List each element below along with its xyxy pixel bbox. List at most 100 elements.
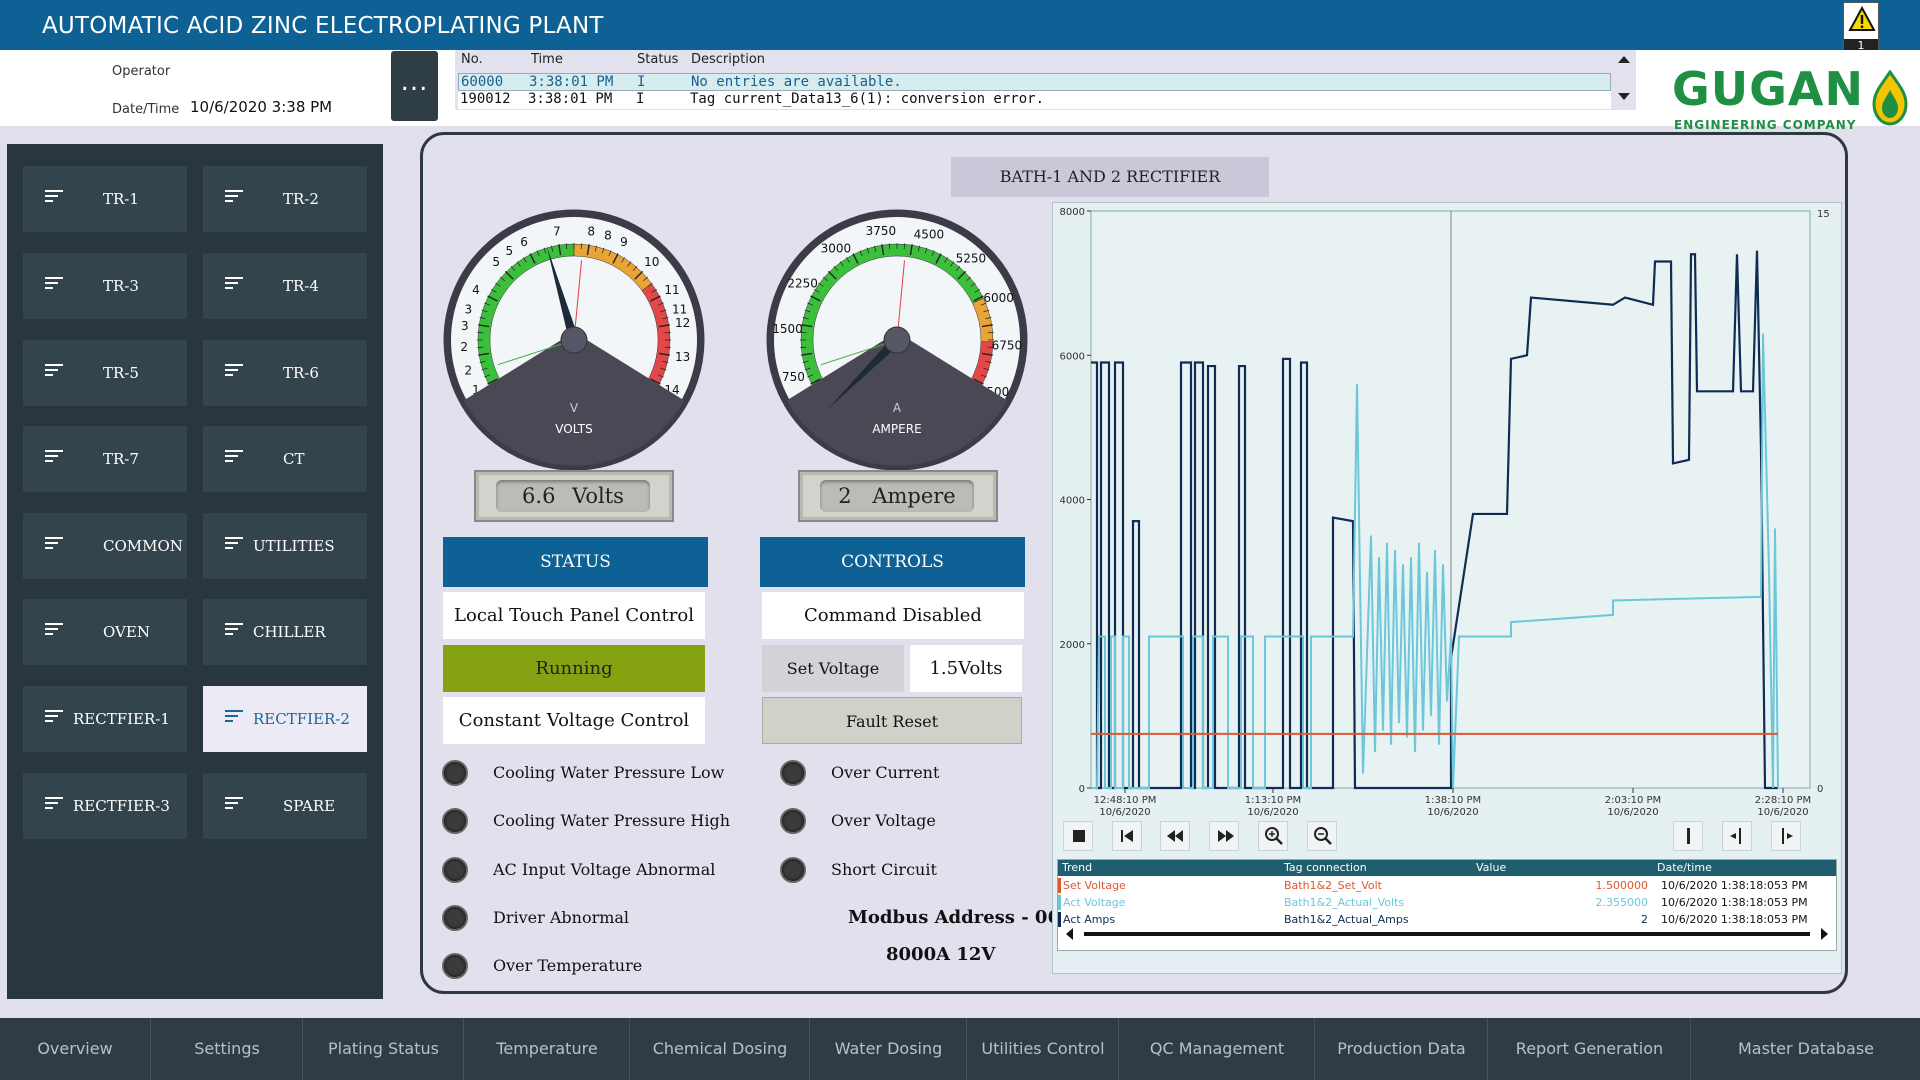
flame-icon xyxy=(1872,70,1908,126)
bottom-nav-temperature[interactable]: Temperature xyxy=(465,1018,630,1080)
bottom-nav-water-dosing[interactable]: Water Dosing xyxy=(811,1018,967,1080)
fast-forward-button[interactable] xyxy=(1209,821,1239,851)
legend-col-trend: Trend xyxy=(1062,861,1093,874)
volt-gauge: 012233455678891011111213141415VVOLTS xyxy=(443,209,705,471)
sidebar-item-label: TR-5 xyxy=(103,364,139,382)
fault-reset-button[interactable]: Fault Reset xyxy=(762,697,1022,744)
indicator-lamp-icon xyxy=(442,904,468,931)
sidebar-item-label: TR-4 xyxy=(283,277,319,295)
ruler-button[interactable] xyxy=(1673,821,1703,851)
time-tick-date: 10/6/2020 xyxy=(1099,807,1150,818)
bottom-nav-report-generation[interactable]: Report Generation xyxy=(1489,1018,1691,1080)
sidebar-item-tr-3[interactable]: TR-3 xyxy=(23,253,187,319)
ampere-readout-value: 2 xyxy=(838,484,852,508)
indicator-lamp-icon xyxy=(442,760,468,786)
bottom-nav-master-database[interactable]: Master Database xyxy=(1692,1018,1920,1080)
bottom-nav-production-data[interactable]: Production Data xyxy=(1316,1018,1488,1080)
zoom-out-icon xyxy=(1314,827,1332,845)
menu-lines-icon xyxy=(45,450,63,468)
legend-color-swatch xyxy=(1058,878,1061,893)
trend-chart[interactable]: 8000600040002000015012:48:10 PM10/6/2020… xyxy=(1053,203,1843,853)
sidebar-item-ct[interactable]: CT xyxy=(203,426,367,492)
sidebar-item-label: CHILLER xyxy=(253,623,326,641)
alarm-status: I xyxy=(637,74,646,90)
volt_gauge-tick-label: 3 xyxy=(461,319,469,333)
time-tick-date: 10/6/2020 xyxy=(1607,807,1658,818)
alarm-row[interactable]: 60000 3:38:01 PM I No entries are availa… xyxy=(458,73,1611,91)
volt_gauge-tick-label: 13 xyxy=(675,350,690,364)
sidebar-item-rectfier-2[interactable]: RECTFIER-2 xyxy=(203,686,367,752)
left-axis-tick-label: 2000 xyxy=(1060,640,1085,651)
indicator-label: Cooling Water Pressure Low xyxy=(493,763,725,782)
menu-lines-icon xyxy=(225,623,243,641)
sidebar-item-chiller[interactable]: CHILLER xyxy=(203,599,367,665)
sidebar-item-rectfier-3[interactable]: RECTFIER-3 xyxy=(23,773,187,839)
indicator-lamp-icon xyxy=(780,856,806,883)
alarm-description: No entries are available. xyxy=(691,74,902,90)
logo-subtitle: ENGINEERING COMPANY xyxy=(1674,118,1857,132)
amp_gauge-unit: A xyxy=(893,401,902,415)
volt_gauge-caption: VOLTS xyxy=(555,422,592,436)
volt_gauge-tick-label: 11 xyxy=(672,302,687,316)
alarm-row[interactable]: 190012 3:38:01 PM I Tag current_Data13_6… xyxy=(458,91,1611,109)
amp_gauge-tick-label: 1500 xyxy=(772,322,803,336)
bottom-nav-plating-status[interactable]: Plating Status xyxy=(304,1018,464,1080)
sidebar-item-tr-1[interactable]: TR-1 xyxy=(23,166,187,232)
ruler-forward-button[interactable] xyxy=(1771,821,1801,851)
bottom-nav-utilities-control[interactable]: Utilities Control xyxy=(968,1018,1119,1080)
command-state-display: Command Disabled xyxy=(762,592,1024,639)
amp_gauge-tick-label: 2250 xyxy=(787,276,818,290)
zoom-in-button[interactable] xyxy=(1258,821,1288,851)
volt_gauge-tick-label: 6 xyxy=(520,235,528,249)
warning-icon xyxy=(1848,6,1876,31)
run-state-display: Running xyxy=(443,645,705,692)
modbus-address: Modbus Address - 06 xyxy=(848,907,1060,928)
legend-row[interactable]: Set Voltage Bath1&2_Set_Volt 1.500000 10/6/… xyxy=(1058,878,1836,894)
time-tick-label: 2:03:10 PM xyxy=(1605,795,1661,806)
ruler-back-button[interactable] xyxy=(1722,821,1752,851)
sidebar-item-tr-6[interactable]: TR-6 xyxy=(203,340,367,406)
sidebar-item-tr-2[interactable]: TR-2 xyxy=(203,166,367,232)
volt-readout-value: 6.6 xyxy=(522,484,556,508)
alarm-col-description: Description xyxy=(691,52,766,67)
more-button[interactable]: ... xyxy=(391,51,438,121)
alarm-time: 3:38:01 PM xyxy=(529,74,614,90)
zoom-out-button[interactable] xyxy=(1307,821,1337,851)
sidebar-item-label: UTILITIES xyxy=(253,537,335,555)
datetime-value: 10/6/2020 3:38 PM xyxy=(190,98,333,116)
volt_gauge-tick-label: 8 xyxy=(587,224,595,238)
set-voltage-input[interactable]: 1.5Volts xyxy=(910,645,1022,692)
sidebar-item-rectfier-1[interactable]: RECTFIER-1 xyxy=(23,686,187,752)
bottom-nav-qc-management[interactable]: QC Management xyxy=(1120,1018,1315,1080)
rewind-button[interactable] xyxy=(1160,821,1190,851)
time-tick-label: 12:48:10 PM xyxy=(1094,795,1157,806)
sidebar-item-common[interactable]: COMMON xyxy=(23,513,187,579)
volt-readout-unit: Volts xyxy=(572,484,624,508)
alarm-scrollbar[interactable] xyxy=(1614,52,1634,106)
app-title: AUTOMATIC ACID ZINC ELECTROPLATING PLANT xyxy=(42,13,604,39)
volt_gauge-tick-label: 12 xyxy=(675,316,690,330)
sidebar-item-spare[interactable]: SPARE xyxy=(203,773,367,839)
bottom-nav-overview[interactable]: Overview xyxy=(0,1018,151,1080)
bottom-nav-chemical-dosing[interactable]: Chemical Dosing xyxy=(631,1018,810,1080)
stop-button[interactable] xyxy=(1063,821,1093,851)
sidebar-item-oven[interactable]: OVEN xyxy=(23,599,187,665)
legend-value: 1.500000 xyxy=(1595,879,1649,892)
legend-scrollbar[interactable] xyxy=(1064,924,1830,944)
sidebar-item-tr-7[interactable]: TR-7 xyxy=(23,426,187,492)
amp_gauge-caption: AMPERE xyxy=(872,422,921,436)
sidebar-item-utilities[interactable]: UTILITIES xyxy=(203,513,367,579)
ampere-readout-display: 2 Ampere xyxy=(820,480,974,512)
bottom-nav-settings[interactable]: Settings xyxy=(152,1018,303,1080)
alarm-indicator[interactable]: 1 xyxy=(1843,2,1879,54)
set-voltage-label: Set Voltage xyxy=(762,645,904,692)
bottom-nav: Overview Settings Plating Status Temperatur… xyxy=(0,1018,1920,1080)
indicator-label: AC Input Voltage Abnormal xyxy=(493,859,716,879)
first-page-button[interactable] xyxy=(1112,821,1142,851)
rewind-icon xyxy=(1167,830,1183,842)
time-tick-date: 10/6/2020 xyxy=(1427,807,1478,818)
sidebar-item-tr-4[interactable]: TR-4 xyxy=(203,253,367,319)
legend-row[interactable]: Act Voltage Bath1&2_Actual_Volts 2.355000 1… xyxy=(1058,895,1836,911)
ampere-readout-unit: Ampere xyxy=(872,484,956,508)
sidebar-item-tr-5[interactable]: TR-5 xyxy=(23,340,187,406)
